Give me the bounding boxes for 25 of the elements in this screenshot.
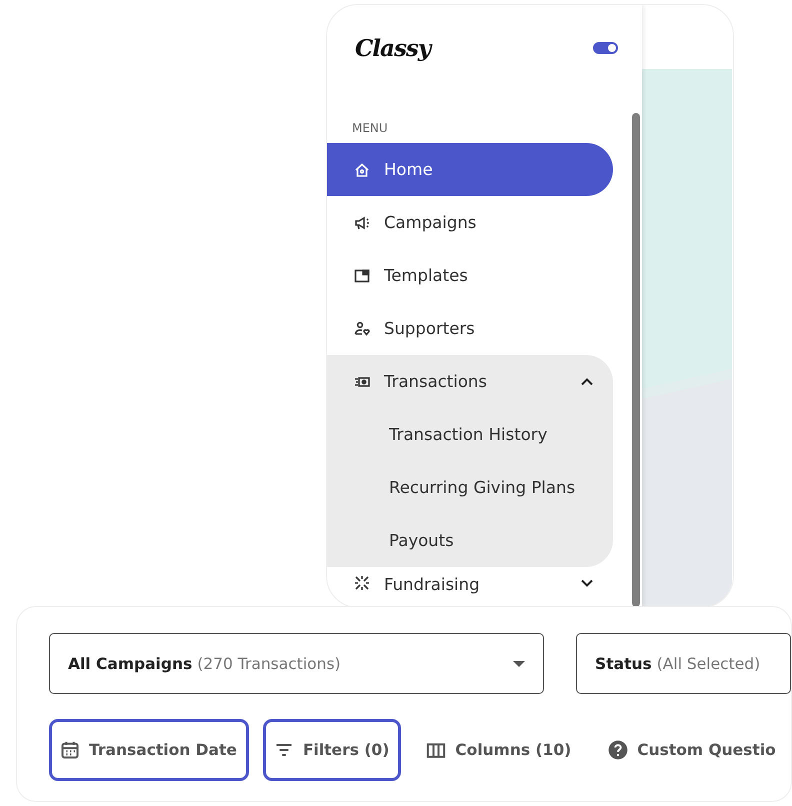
nav-item[interactable]: Home xyxy=(327,143,613,196)
submenu-item[interactable]: Recurring Giving Plans xyxy=(327,461,613,514)
nav-item[interactable]: Fundraising xyxy=(327,567,613,603)
toggle-switch[interactable] xyxy=(593,42,618,54)
dropdown[interactable]: All Campaigns (270 Transactions) xyxy=(49,633,544,694)
nav-item[interactable]: Templates xyxy=(327,249,613,302)
calendar-icon xyxy=(60,740,80,760)
nav-item[interactable]: Supporters xyxy=(327,302,613,355)
toolbar-button[interactable]: Custom Questio xyxy=(597,719,788,781)
sparkle-icon xyxy=(354,575,370,591)
toolbar-button[interactable]: Filters (0) xyxy=(262,719,402,781)
window-icon xyxy=(354,268,370,284)
nav-item[interactable]: Campaigns xyxy=(327,196,613,249)
megaphone-icon xyxy=(354,214,370,230)
toolbar-button[interactable]: Columns (10) xyxy=(415,719,584,781)
help-icon xyxy=(608,740,628,760)
supporter-icon xyxy=(354,320,370,336)
logo: Classy xyxy=(355,34,430,62)
section-label: MENU xyxy=(351,120,389,137)
dropdown[interactable]: Status (All Selected) xyxy=(576,633,791,694)
submenu-item[interactable]: Transaction History xyxy=(327,408,613,461)
submenu-item[interactable]: Payouts xyxy=(327,514,613,567)
home-icon xyxy=(354,162,370,178)
toolbar-button[interactable]: Transaction Date xyxy=(49,719,249,781)
nav-item[interactable]: Transactions xyxy=(327,355,613,408)
